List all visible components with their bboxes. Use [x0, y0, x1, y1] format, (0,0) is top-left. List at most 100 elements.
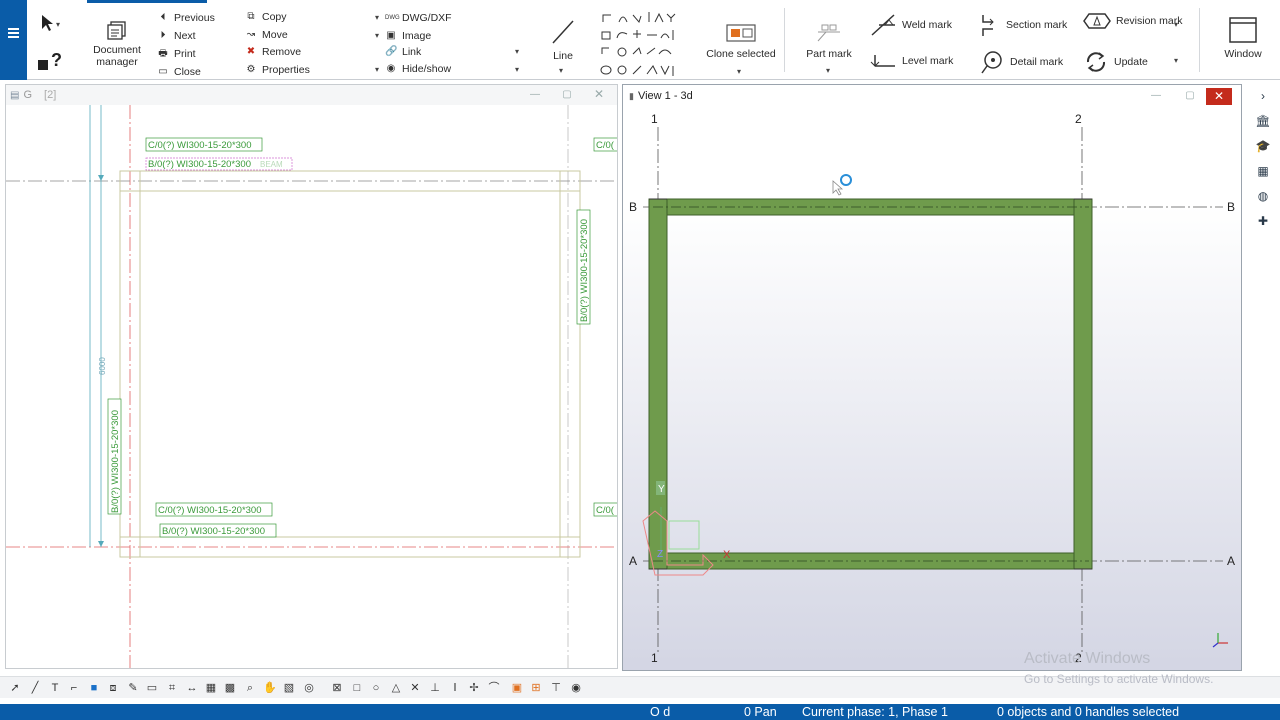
beam-mark-left-vertical[interactable]: B/0(?) WI300-15-20*300	[110, 410, 121, 513]
window-label: Window	[1224, 48, 1262, 60]
drawing-close-button[interactable]: ✕	[588, 87, 610, 102]
move-button[interactable]: ↝ Move	[245, 29, 288, 41]
copy-button[interactable]: ⧉ Copy	[245, 11, 286, 23]
print-button[interactable]: 🖶 Print	[157, 48, 196, 60]
drawing-minimize-button[interactable]: —	[524, 87, 546, 102]
column-mark-bottom-left[interactable]: C/0(?) WI300-15-20*300	[158, 505, 262, 516]
file-menu-strip[interactable]	[0, 0, 27, 80]
snap-midpoint-icon[interactable]: △	[388, 680, 404, 696]
hide-dropdown-left-icon[interactable]: ▾	[375, 65, 379, 74]
snap-points-icon[interactable]: □	[349, 680, 365, 696]
hatch-icon[interactable]: ⌗	[164, 680, 180, 696]
dwg-dropdown-icon[interactable]: ▾	[375, 13, 379, 22]
status-phase[interactable]: Current phase: 1, Phase 1	[802, 705, 948, 719]
snap-reference-icon[interactable]: ⊠	[329, 680, 345, 696]
dwg-dxf-button[interactable]: DWG DWG/DXF	[385, 12, 452, 24]
snap-grid-icon[interactable]: ⊤	[548, 680, 564, 696]
snap-nearest-icon[interactable]: ✢	[466, 680, 482, 696]
revision-dropdown-icon[interactable]: ▾	[1174, 20, 1178, 29]
line-dropdown-icon[interactable]: ▾	[559, 66, 563, 75]
drawing-view-pane[interactable]: ▤ G [2] — ▢ ✕ 6000 C/0(?) WI300-15-20*30…	[5, 84, 618, 669]
properties-button[interactable]: ⚙ Properties	[245, 64, 310, 76]
column-mark-bottom-right[interactable]: C/0(	[596, 505, 615, 516]
close-drawing-button[interactable]: ▭ Close	[157, 66, 201, 78]
snap-free-icon[interactable]: ⊞	[528, 680, 544, 696]
catalog-icon[interactable]: 🏛	[1251, 109, 1275, 134]
drawing-canvas[interactable]: 6000 C/0(?) WI300-15-20*300 B/0(?) WI300…	[6, 105, 617, 668]
zoom-icon[interactable]: ⌕	[242, 680, 258, 696]
part-mark-button[interactable]: Part mark	[803, 22, 855, 60]
revision-mark-button[interactable]: Revision mark	[1083, 12, 1183, 30]
link-dropdown-icon[interactable]: ▾	[515, 47, 519, 56]
beam-mark-right-vertical[interactable]: B/0(?) WI300-15-20*300	[579, 219, 590, 322]
model-close-button[interactable]: ✕	[1206, 88, 1232, 105]
level-mark-icon	[870, 55, 895, 67]
pattern-icon[interactable]: ▧	[281, 680, 297, 696]
image-button[interactable]: ▣ Image	[385, 30, 431, 42]
level-mark-button[interactable]: Level mark	[869, 52, 953, 70]
section-mark-button[interactable]: Section mark	[979, 12, 1067, 38]
select-tool-dropdown-icon[interactable]: ▾	[56, 20, 60, 29]
next-button[interactable]: ⏵ Next	[157, 30, 196, 42]
clone-dropdown-icon[interactable]: ▾	[737, 67, 741, 76]
model-maximize-button[interactable]: ▢	[1179, 88, 1201, 103]
status-od: O d	[650, 705, 671, 719]
model-canvas[interactable]: 1 2 B B A A 1 2 Y Z X	[623, 107, 1241, 670]
learning-icon[interactable]: 🎓	[1251, 134, 1275, 159]
pan-hand-icon[interactable]: ✋	[262, 680, 278, 696]
document-manager-button[interactable]: Document manager	[91, 20, 143, 68]
status-pan: 0 Pan	[744, 705, 777, 719]
text-icon[interactable]: T	[47, 680, 63, 696]
part-mark-dropdown-icon[interactable]: ▾	[826, 66, 830, 75]
beam-mark-top[interactable]: B/0(?) WI300-15-20*300	[148, 159, 251, 170]
hide-show-dropdown-icon[interactable]: ▾	[515, 65, 519, 74]
snap-line-icon[interactable]: ⌒	[486, 680, 502, 696]
shape-tools-grid[interactable]	[599, 8, 709, 80]
beam-mark-bottom[interactable]: B/0(?) WI300-15-20*300	[162, 526, 265, 537]
grid-icon[interactable]: ▦	[203, 680, 219, 696]
snap-override-icon[interactable]: ▣	[509, 680, 525, 696]
snap-perpendicular-icon[interactable]: ⊥	[427, 680, 443, 696]
print-label: Print	[174, 48, 196, 60]
snap-extension-icon[interactable]: Ⅰ	[447, 680, 463, 696]
model-column-right[interactable]	[1073, 198, 1093, 570]
select-arrow-icon[interactable]: ➚	[7, 680, 23, 696]
column-mark-top-left[interactable]: C/0(?) WI300-15-20*300	[148, 140, 252, 151]
model-view-pane[interactable]: ▮ View 1 - 3d — ▢ ✕ 1 2 B B A A 1 2 Y Z …	[622, 84, 1242, 671]
remove-button[interactable]: ✖ Remove	[245, 46, 301, 58]
weld-mark-button[interactable]: Weld mark	[869, 12, 952, 38]
drawing-maximize-button[interactable]: ▢	[556, 87, 578, 102]
column-mark-top-right[interactable]: C/0(	[596, 140, 615, 151]
rect-icon[interactable]: ▭	[144, 680, 160, 696]
model-minimize-button[interactable]: —	[1145, 88, 1167, 103]
frame-icon[interactable]: ⧈	[105, 680, 121, 696]
update-dropdown-icon[interactable]: ▾	[1174, 56, 1178, 65]
link-button[interactable]: 🔗 Link	[385, 46, 421, 58]
update-button[interactable]: Update	[1083, 50, 1148, 74]
associative-note-icon[interactable]: ⌐	[66, 680, 82, 696]
snap-visibility-icon[interactable]: ◉	[568, 680, 584, 696]
grid-dense-icon[interactable]: ▩	[222, 680, 238, 696]
snap-center-icon[interactable]: ○	[368, 680, 384, 696]
line-button[interactable]: Line	[543, 18, 583, 62]
drawing-window-icon: ▤	[10, 89, 20, 101]
applications-icon[interactable]: ✚	[1251, 209, 1275, 234]
filled-rect-icon[interactable]: ■	[86, 680, 102, 696]
snap-intersection-icon[interactable]: ✕	[407, 680, 423, 696]
previous-button[interactable]: ⏴ Previous	[157, 12, 215, 24]
detail-mark-button[interactable]: Detail mark	[979, 50, 1063, 74]
draw-line-icon[interactable]: ╱	[27, 680, 43, 696]
hide-show-button[interactable]: ◉ Hide/show	[385, 63, 451, 75]
pen-icon[interactable]: ✎	[125, 680, 141, 696]
warehouse-icon[interactable]: ◍	[1251, 184, 1275, 209]
menu-icon[interactable]	[8, 28, 19, 38]
y-axis-label: Y	[658, 484, 665, 495]
window-button[interactable]: Window	[1217, 16, 1269, 60]
expand-panel-icon[interactable]: ›	[1251, 84, 1275, 109]
image-dropdown-icon[interactable]: ▾	[375, 31, 379, 40]
clone-selected-button[interactable]: Clone selected	[705, 22, 777, 60]
property-panel-icon[interactable]: ▦	[1251, 159, 1275, 184]
help-button[interactable]: ?	[35, 48, 65, 75]
dimension-icon[interactable]: ↔	[184, 680, 200, 696]
view-eye-icon[interactable]: ◎	[301, 680, 317, 696]
